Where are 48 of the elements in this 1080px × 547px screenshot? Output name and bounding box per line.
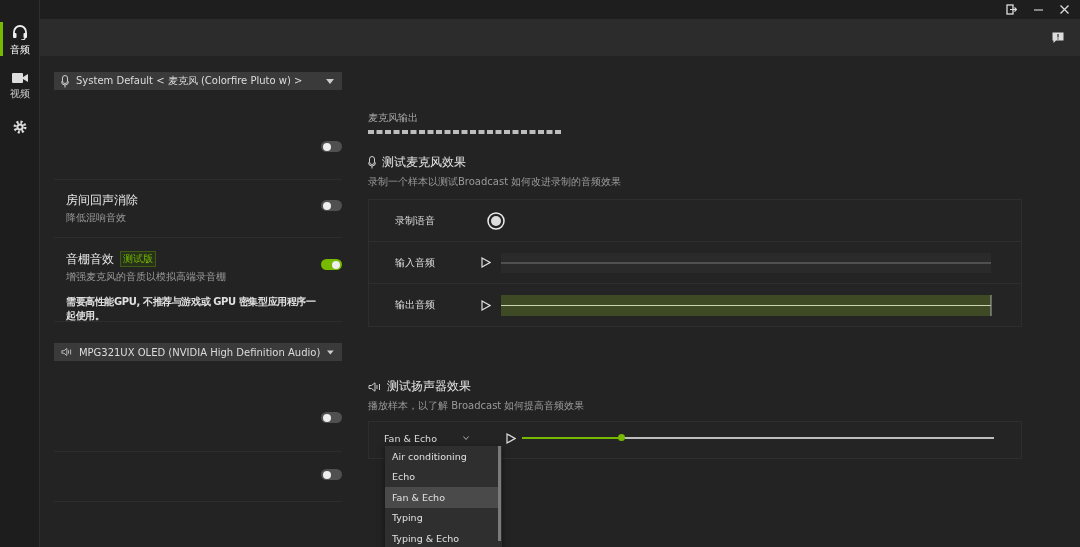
row-label: 录制语音 <box>395 213 436 228</box>
device-dropdown[interactable]: MPG321UX OLED (NVIDIA High Definition Audio) <box>54 343 342 361</box>
microphone-icon <box>61 74 69 88</box>
setting-description: 降低混响音效 <box>66 211 127 225</box>
caret-icon <box>326 78 334 84</box>
menu-item[interactable]: Fan & Echo <box>385 487 498 508</box>
setting-title: 房间回声消除 <box>66 193 138 208</box>
row-label: 输入音频 <box>395 255 436 270</box>
toggle-switch[interactable] <box>321 200 342 211</box>
play-icon[interactable] <box>506 432 516 444</box>
setting-description: 增强麦克风的音质以模拟高端录音棚 <box>66 270 227 284</box>
speaker-icon <box>368 381 381 392</box>
setting-title: 音棚音效 <box>66 251 114 267</box>
section-description: 录制一个样本以测试Broadcast 如何改进录制的音频效果 <box>368 175 623 189</box>
toggle-switch[interactable] <box>321 469 342 480</box>
feedback-icon[interactable] <box>1052 31 1064 44</box>
gear-icon <box>12 120 27 134</box>
device-dropdown[interactable]: System Default < 麦克风 (Colorfire Pluto w) > <box>54 72 342 90</box>
microphone-icon <box>368 156 376 169</box>
row-label: 输出音频 <box>395 298 436 312</box>
toggle-switch[interactable] <box>321 412 342 423</box>
camera-icon <box>11 72 28 84</box>
chevron-icon <box>462 436 469 440</box>
scrollbar[interactable] <box>498 446 501 541</box>
menu-item[interactable]: Air conditioning <box>385 446 498 467</box>
headset-icon <box>11 24 28 40</box>
section-title: 测试扬声器效果 <box>387 378 471 395</box>
close-icon[interactable] <box>1060 5 1069 14</box>
record-icon[interactable] <box>487 211 505 230</box>
toggle-switch[interactable] <box>321 141 342 152</box>
caret-icon <box>327 349 334 355</box>
play-icon[interactable] <box>481 257 491 268</box>
menu-item[interactable]: Echo <box>385 466 498 487</box>
section-description: 播放样本，以了解 Broadcast 如何提高音频效果 <box>368 399 586 413</box>
menu-item[interactable]: Typing <box>385 507 498 528</box>
nav-item[interactable]: 音频 <box>0 22 39 70</box>
section-label: 麦克风输出 <box>368 111 419 125</box>
speaker-icon <box>61 347 72 357</box>
nav-item[interactable]: 视频 <box>0 70 39 118</box>
setting-note: 需要高性能GPU, 不推荐与游戏或 GPU 密集型应用程序一起使用。 <box>66 295 317 323</box>
toggle-switch[interactable] <box>321 259 342 270</box>
slider-thumb[interactable] <box>617 434 625 441</box>
beta-badge: 测试版 <box>120 251 156 267</box>
exit-icon[interactable] <box>1006 4 1017 15</box>
play-icon[interactable] <box>481 299 491 311</box>
section-title: 测试麦克风效果 <box>382 154 466 171</box>
sample-dropdown[interactable]: Fan & Echo <box>384 432 506 444</box>
menu-item[interactable]: Typing & Echo <box>385 528 498 547</box>
